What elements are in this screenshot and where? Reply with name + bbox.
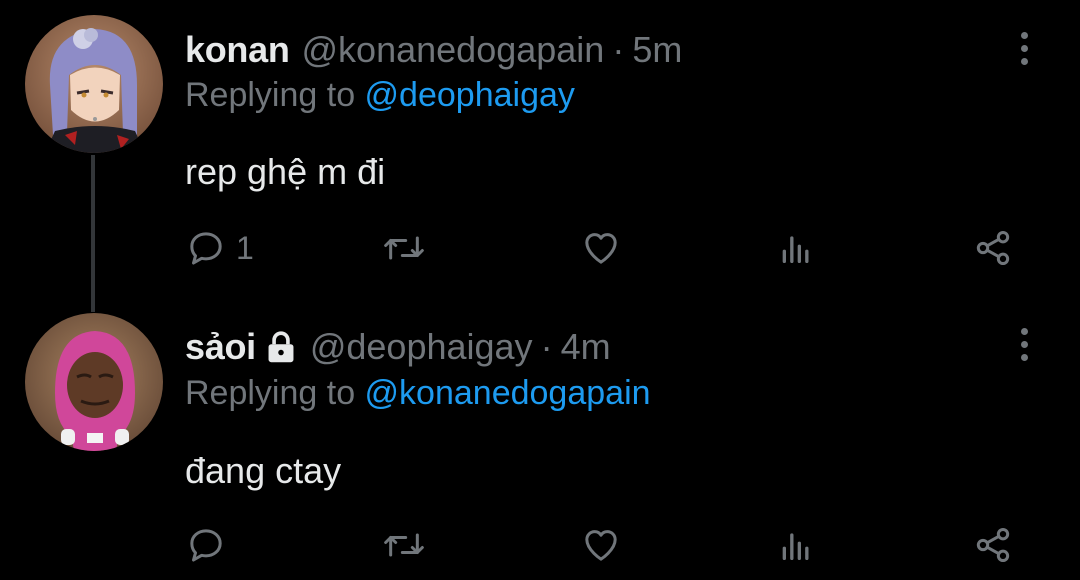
replying-to: Replying to @konanedogapain bbox=[185, 374, 651, 420]
share-icon bbox=[976, 231, 1010, 265]
display-name[interactable]: sảoi bbox=[185, 326, 256, 368]
tweet-header: sảoi @deophaigay · 4m bbox=[185, 322, 611, 372]
replying-to-label: Replying to bbox=[185, 76, 365, 114]
reply-button[interactable] bbox=[186, 520, 236, 570]
like-button[interactable] bbox=[580, 223, 622, 273]
retweet-icon bbox=[384, 533, 424, 557]
retweet-button[interactable] bbox=[382, 223, 426, 273]
replying-to-label: Replying to bbox=[185, 374, 365, 412]
reply-count: 1 bbox=[236, 229, 254, 266]
avatar-image bbox=[25, 15, 163, 153]
tweet[interactable]: konan @konanedogapain · 5m Replying to @… bbox=[0, 0, 1080, 312]
more-icon[interactable] bbox=[1010, 28, 1038, 68]
user-handle[interactable]: @konanedogapain bbox=[302, 29, 605, 71]
like-icon bbox=[585, 233, 617, 264]
timestamp[interactable]: 4m bbox=[561, 326, 611, 368]
views-button[interactable] bbox=[776, 520, 816, 570]
tweet-header: konan @konanedogapain · 5m bbox=[185, 25, 682, 75]
tweet[interactable]: sảoi @deophaigay · 4m Replying to @konan… bbox=[0, 300, 1080, 580]
more-icon[interactable] bbox=[1010, 324, 1038, 364]
share-button[interactable] bbox=[972, 520, 1014, 570]
separator: · bbox=[612, 29, 625, 70]
display-name[interactable]: konan bbox=[185, 29, 290, 71]
share-icon bbox=[976, 528, 1010, 562]
views-button[interactable] bbox=[776, 223, 816, 273]
reply-button[interactable]: 1 bbox=[186, 223, 254, 273]
views-icon bbox=[782, 236, 809, 263]
tweet-text: rep ghệ m đi bbox=[185, 151, 386, 192]
replying-to-link[interactable]: @deophaigay bbox=[365, 76, 575, 114]
retweet-icon bbox=[384, 236, 424, 260]
like-icon bbox=[585, 530, 617, 561]
share-button[interactable] bbox=[972, 223, 1014, 273]
avatar-image bbox=[25, 313, 163, 451]
views-icon bbox=[782, 533, 809, 560]
reply-icon bbox=[190, 529, 222, 562]
tweet-text: đang ctay bbox=[185, 450, 342, 491]
retweet-button[interactable] bbox=[382, 520, 426, 570]
avatar[interactable] bbox=[25, 313, 163, 451]
replying-to: Replying to @deophaigay bbox=[185, 76, 575, 122]
avatar[interactable] bbox=[25, 15, 163, 153]
replying-to-link[interactable]: @konanedogapain bbox=[365, 374, 651, 412]
lock-icon bbox=[264, 329, 298, 365]
reply-icon bbox=[190, 232, 222, 265]
separator: · bbox=[540, 326, 553, 367]
action-bar bbox=[0, 520, 1080, 570]
timestamp[interactable]: 5m bbox=[632, 29, 682, 71]
action-bar: 1 bbox=[0, 223, 1080, 273]
user-handle[interactable]: @deophaigay bbox=[310, 326, 533, 368]
like-button[interactable] bbox=[580, 520, 622, 570]
